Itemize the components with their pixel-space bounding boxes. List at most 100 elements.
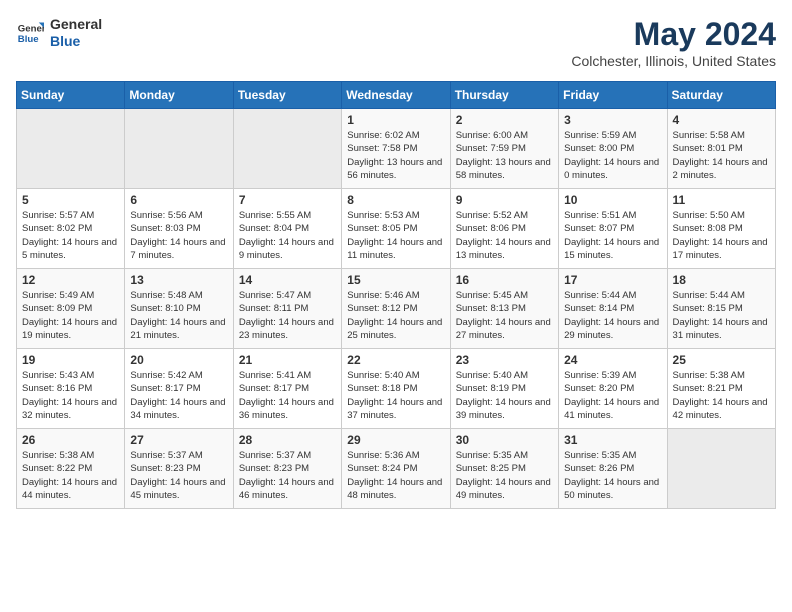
calendar-cell: 25 Sunrise: 5:38 AM Sunset: 8:21 PM Dayli… (667, 349, 775, 429)
day-number: 1 (347, 113, 444, 127)
day-number: 3 (564, 113, 661, 127)
day-number: 5 (22, 193, 119, 207)
day-number: 19 (22, 353, 119, 367)
page-header: General Blue General Blue May 2024 Colch… (16, 16, 776, 69)
calendar-cell (125, 109, 233, 189)
calendar-cell: 19 Sunrise: 5:43 AM Sunset: 8:16 PM Dayli… (17, 349, 125, 429)
day-number: 23 (456, 353, 553, 367)
day-number: 20 (130, 353, 227, 367)
calendar-week-1: 1 Sunrise: 6:02 AM Sunset: 7:58 PM Daylig… (17, 109, 776, 189)
day-info: Sunrise: 5:39 AM Sunset: 8:20 PM Dayligh… (564, 369, 661, 422)
weekday-header-monday: Monday (125, 82, 233, 109)
weekday-header-sunday: Sunday (17, 82, 125, 109)
calendar-cell: 15Sunrise: 5:46 AM Sunset: 8:12 PM Dayli… (342, 269, 450, 349)
calendar-week-4: 19 Sunrise: 5:43 AM Sunset: 8:16 PM Dayli… (17, 349, 776, 429)
calendar-cell: 8 Sunrise: 5:53 AM Sunset: 8:05 PM Daylig… (342, 189, 450, 269)
svg-text:General: General (18, 23, 44, 34)
day-number: 7 (239, 193, 336, 207)
logo: General Blue General Blue (16, 16, 102, 50)
day-number: 8 (347, 193, 444, 207)
calendar-cell: 10 Sunrise: 5:51 AM Sunset: 8:07 PM Dayli… (559, 189, 667, 269)
day-info: Sunrise: 5:52 AM Sunset: 8:06 PM Dayligh… (456, 209, 553, 262)
calendar-cell: 20 Sunrise: 5:42 AM Sunset: 8:17 PM Dayli… (125, 349, 233, 429)
day-info: Sunrise: 5:58 AM Sunset: 8:01 PM Dayligh… (673, 129, 770, 182)
day-number: 2 (456, 113, 553, 127)
day-info: Sunrise: 5:44 AM Sunset: 8:14 PM Dayligh… (564, 289, 661, 342)
logo-icon: General Blue (16, 19, 44, 47)
calendar-cell (667, 429, 775, 509)
calendar-cell: 9 Sunrise: 5:52 AM Sunset: 8:06 PM Daylig… (450, 189, 558, 269)
calendar-week-5: 26 Sunrise: 5:38 AM Sunset: 8:22 PM Dayli… (17, 429, 776, 509)
day-info: Sunrise: 5:57 AM Sunset: 8:02 PM Dayligh… (22, 209, 119, 262)
day-number: 27 (130, 433, 227, 447)
weekday-header-friday: Friday (559, 82, 667, 109)
weekday-header-wednesday: Wednesday (342, 82, 450, 109)
day-info: Sunrise: 5:36 AM Sunset: 8:24 PM Dayligh… (347, 449, 444, 502)
day-number: 21 (239, 353, 336, 367)
day-info: Sunrise: 5:35 AM Sunset: 8:25 PM Dayligh… (456, 449, 553, 502)
day-number: 30 (456, 433, 553, 447)
title-block: May 2024 Colchester, Illinois, United St… (571, 16, 776, 69)
day-number: 13 (130, 273, 227, 287)
day-info: Sunrise: 5:47 AM Sunset: 8:11 PM Dayligh… (239, 289, 336, 342)
day-info: Sunrise: 5:56 AM Sunset: 8:03 PM Dayligh… (130, 209, 227, 262)
day-info: Sunrise: 5:44 AM Sunset: 8:15 PM Dayligh… (673, 289, 770, 342)
day-info: Sunrise: 5:38 AM Sunset: 8:21 PM Dayligh… (673, 369, 770, 422)
day-info: Sunrise: 5:55 AM Sunset: 8:04 PM Dayligh… (239, 209, 336, 262)
day-number: 4 (673, 113, 770, 127)
month-title: May 2024 (571, 16, 776, 53)
calendar-cell: 26 Sunrise: 5:38 AM Sunset: 8:22 PM Dayli… (17, 429, 125, 509)
calendar-cell: 24 Sunrise: 5:39 AM Sunset: 8:20 PM Dayli… (559, 349, 667, 429)
day-number: 29 (347, 433, 444, 447)
day-info: Sunrise: 5:40 AM Sunset: 8:18 PM Dayligh… (347, 369, 444, 422)
day-number: 15 (347, 273, 444, 287)
day-number: 10 (564, 193, 661, 207)
location: Colchester, Illinois, United States (571, 53, 776, 69)
calendar-cell: 12Sunrise: 5:49 AM Sunset: 8:09 PM Dayli… (17, 269, 125, 349)
calendar-cell: 22 Sunrise: 5:40 AM Sunset: 8:18 PM Dayli… (342, 349, 450, 429)
day-info: Sunrise: 5:38 AM Sunset: 8:22 PM Dayligh… (22, 449, 119, 502)
day-number: 16 (456, 273, 553, 287)
day-number: 28 (239, 433, 336, 447)
calendar-cell: 3Sunrise: 5:59 AM Sunset: 8:00 PM Daylig… (559, 109, 667, 189)
calendar-cell: 23 Sunrise: 5:40 AM Sunset: 8:19 PM Dayli… (450, 349, 558, 429)
day-number: 11 (673, 193, 770, 207)
day-number: 26 (22, 433, 119, 447)
day-info: Sunrise: 5:35 AM Sunset: 8:26 PM Dayligh… (564, 449, 661, 502)
weekday-header-tuesday: Tuesday (233, 82, 341, 109)
day-number: 17 (564, 273, 661, 287)
day-number: 18 (673, 273, 770, 287)
day-info: Sunrise: 5:40 AM Sunset: 8:19 PM Dayligh… (456, 369, 553, 422)
calendar-cell: 29 Sunrise: 5:36 AM Sunset: 8:24 PM Dayli… (342, 429, 450, 509)
day-info: Sunrise: 5:41 AM Sunset: 8:17 PM Dayligh… (239, 369, 336, 422)
day-info: Sunrise: 5:53 AM Sunset: 8:05 PM Dayligh… (347, 209, 444, 262)
calendar-week-3: 12Sunrise: 5:49 AM Sunset: 8:09 PM Dayli… (17, 269, 776, 349)
calendar-cell: 27 Sunrise: 5:37 AM Sunset: 8:23 PM Dayli… (125, 429, 233, 509)
weekday-header-row: SundayMondayTuesdayWednesdayThursdayFrid… (17, 82, 776, 109)
day-number: 31 (564, 433, 661, 447)
day-info: Sunrise: 5:50 AM Sunset: 8:08 PM Dayligh… (673, 209, 770, 262)
day-info: Sunrise: 5:48 AM Sunset: 8:10 PM Dayligh… (130, 289, 227, 342)
calendar-cell: 31 Sunrise: 5:35 AM Sunset: 8:26 PM Dayli… (559, 429, 667, 509)
day-number: 6 (130, 193, 227, 207)
day-info: Sunrise: 5:43 AM Sunset: 8:16 PM Dayligh… (22, 369, 119, 422)
calendar-cell: 6 Sunrise: 5:56 AM Sunset: 8:03 PM Daylig… (125, 189, 233, 269)
day-number: 22 (347, 353, 444, 367)
day-number: 12 (22, 273, 119, 287)
day-info: Sunrise: 5:45 AM Sunset: 8:13 PM Dayligh… (456, 289, 553, 342)
day-info: Sunrise: 6:02 AM Sunset: 7:58 PM Dayligh… (347, 129, 444, 182)
day-info: Sunrise: 6:00 AM Sunset: 7:59 PM Dayligh… (456, 129, 553, 182)
day-number: 9 (456, 193, 553, 207)
day-info: Sunrise: 5:51 AM Sunset: 8:07 PM Dayligh… (564, 209, 661, 262)
logo-text: General Blue (50, 16, 102, 50)
calendar-cell (233, 109, 341, 189)
day-number: 14 (239, 273, 336, 287)
calendar-cell: 2 Sunrise: 6:00 AM Sunset: 7:59 PM Daylig… (450, 109, 558, 189)
calendar-cell: 1 Sunrise: 6:02 AM Sunset: 7:58 PM Daylig… (342, 109, 450, 189)
day-number: 25 (673, 353, 770, 367)
day-info: Sunrise: 5:37 AM Sunset: 8:23 PM Dayligh… (130, 449, 227, 502)
day-number: 24 (564, 353, 661, 367)
calendar-cell: 18 Sunrise: 5:44 AM Sunset: 8:15 PM Dayli… (667, 269, 775, 349)
day-info: Sunrise: 5:42 AM Sunset: 8:17 PM Dayligh… (130, 369, 227, 422)
calendar-cell: 28Sunrise: 5:37 AM Sunset: 8:23 PM Dayli… (233, 429, 341, 509)
